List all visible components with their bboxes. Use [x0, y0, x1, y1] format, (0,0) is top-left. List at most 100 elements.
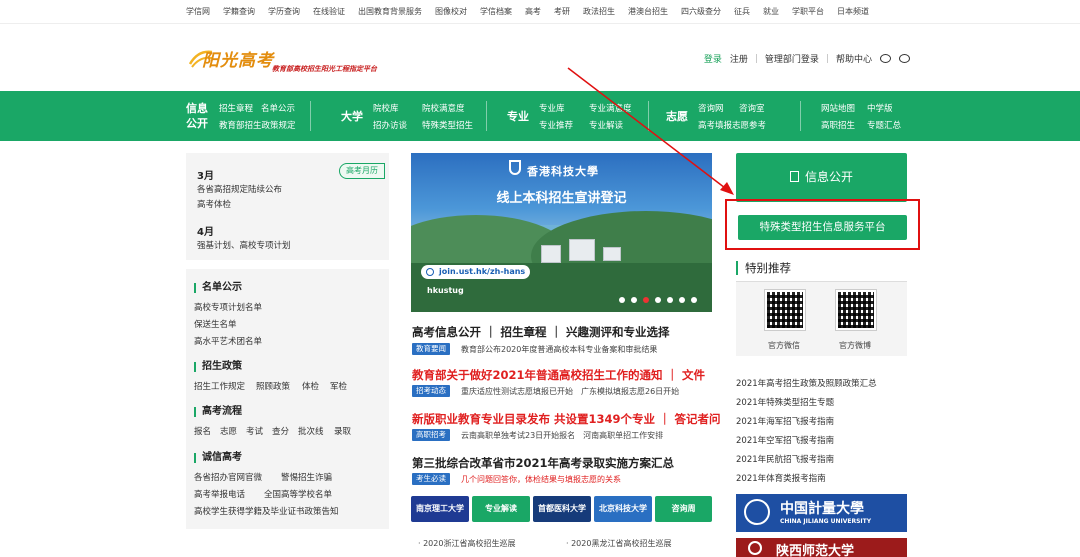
news-headline[interactable]: 新版职业教育专业目录发布 共设置1349个专业 ｜ 答记者问	[412, 411, 721, 427]
section-link[interactable]: 志愿	[220, 425, 237, 437]
nav-link-zhongxue[interactable]: 中学版	[867, 102, 893, 114]
nav-link-gaozhi[interactable]: 高职招生	[821, 119, 855, 131]
top-link[interactable]: 港澳台招生	[628, 6, 668, 17]
guide-link[interactable]: 2021年民航招飞报考指南	[736, 453, 834, 465]
top-link[interactable]: 就业	[763, 6, 779, 17]
guide-link[interactable]: 2021年特殊类型招生专题	[736, 396, 834, 408]
section-link[interactable]: 查分	[272, 425, 289, 437]
admin-login-link[interactable]: 管理部门登录	[765, 52, 819, 65]
nav-link-mingdan[interactable]: 名单公示	[261, 102, 295, 114]
carousel-dot[interactable]	[691, 297, 697, 303]
section-link[interactable]: 批次线	[298, 425, 324, 437]
nav-link-zixunshi[interactable]: 咨询室	[739, 102, 765, 114]
nav-link-sitemap[interactable]: 网站地图	[821, 102, 855, 114]
top-link[interactable]: 日本频道	[837, 6, 869, 17]
nav-head-zhiyuan: 志愿	[666, 110, 688, 123]
top-link[interactable]: 学职平台	[792, 6, 824, 17]
carousel-dot[interactable]	[619, 297, 625, 303]
section-link[interactable]: 高校学生获得学籍及毕业证书政策告知	[194, 505, 339, 517]
section-link[interactable]: 高校专项计划名单	[194, 301, 262, 313]
news-badge: 招考动态	[412, 385, 450, 397]
calendar-item[interactable]: 强基计划、高校专项计划	[197, 239, 291, 251]
top-link[interactable]: 在线验证	[313, 6, 345, 17]
carousel-dot-active[interactable]	[643, 297, 649, 303]
ad-logo[interactable]: 咨询周	[655, 496, 712, 522]
top-link[interactable]: 学历查询	[268, 6, 300, 17]
news-summary[interactable]: 几个问题回答你，体检结果与填报志愿的关系	[461, 474, 621, 485]
news-summary[interactable]: 重庆适应性测试志愿填报已开始 广东模拟填报志愿26日开始	[461, 386, 679, 397]
top-link[interactable]: 学信档案	[480, 6, 512, 17]
nav-link-zhaoban[interactable]: 招办访谈	[373, 119, 407, 131]
nav-link-teshu[interactable]: 特殊类型招生	[422, 119, 473, 131]
register-link[interactable]: 注册	[730, 52, 748, 65]
top-link[interactable]: 出国教育背景服务	[358, 6, 422, 17]
top-link[interactable]: 学信网	[186, 6, 210, 17]
section-link[interactable]: 招生工作规定	[194, 380, 245, 392]
gaokao-calendar: 高考月历 3月 各省高招规定陆续公布 高考体检 4月 强基计划、高校专项计划	[186, 153, 389, 260]
carousel-dot[interactable]	[631, 297, 637, 303]
section-link[interactable]: 体检	[302, 380, 319, 392]
section-link[interactable]: 报名	[194, 425, 211, 437]
top-link[interactable]: 政法招生	[583, 6, 615, 17]
section-link[interactable]: 高考举报电话	[194, 488, 245, 500]
section-link[interactable]: 考试	[246, 425, 263, 437]
news-summary[interactable]: 云南高职单独考试23日开始报名 河南高职单招工作安排	[461, 430, 663, 441]
bottom-link[interactable]: · 2020黑龙江省高校招生巡展	[566, 538, 671, 549]
top-link[interactable]: 征兵	[734, 6, 750, 17]
news-headline[interactable]: 第三批综合改革省市2021年高考录取实施方案汇总	[412, 455, 674, 471]
guide-link[interactable]: 2021年海军招飞报考指南	[736, 415, 834, 427]
nav-link-zhuanti[interactable]: 专题汇总	[867, 119, 901, 131]
top-link[interactable]: 图像校对	[435, 6, 467, 17]
qr-label: 官方微博	[839, 341, 871, 350]
news-headline[interactable]: 高考信息公开 ｜ 招生章程 ｜ 兴趣测评和专业选择	[412, 324, 670, 340]
top-link[interactable]: 学籍查询	[223, 6, 255, 17]
info-disclosure-button[interactable]: 信息公开	[736, 153, 907, 202]
calendar-item[interactable]: 高考体检	[197, 198, 231, 210]
wechat-icon[interactable]	[899, 54, 910, 63]
ad-logo[interactable]: 首都医科大学	[533, 496, 591, 522]
guide-link[interactable]: 2021年空军招飞报考指南	[736, 434, 834, 446]
search-icon	[426, 268, 434, 276]
site-logo[interactable]: 阳光高考 教育部高校招生阳光工程指定平台	[188, 44, 408, 80]
news-summary[interactable]: 教育部公布2020年度普通高校本科专业备案和审批结果	[461, 344, 657, 355]
carousel-dot[interactable]	[667, 297, 673, 303]
ad-logo[interactable]: 北京科技大学	[594, 496, 652, 522]
section-link[interactable]: 照顾政策	[256, 380, 290, 392]
top-link[interactable]: 考研	[554, 6, 570, 17]
snnu-ad[interactable]: 陕西师范大学	[736, 538, 907, 557]
cjlu-ad[interactable]: 中国計量大學 CHINA JILIANG UNIVERSITY	[736, 494, 907, 532]
section-link[interactable]: 警惕招生诈骗	[281, 471, 332, 483]
top-link[interactable]: 高考	[525, 6, 541, 17]
weibo-icon[interactable]	[880, 54, 891, 63]
carousel-dot[interactable]	[679, 297, 685, 303]
nav-link-zixunwang[interactable]: 咨询网	[698, 102, 724, 114]
login-link[interactable]: 登录	[704, 52, 722, 65]
nav-link-zhuanyeku[interactable]: 专业库	[539, 102, 565, 114]
ad-logo[interactable]: 南京理工大学	[411, 496, 469, 522]
nav-link-yuanxiao-manyidu[interactable]: 院校满意度	[422, 102, 465, 114]
top-link[interactable]: 四六级查分	[681, 6, 721, 17]
nav-link-jiedu[interactable]: 专业解读	[589, 119, 623, 131]
hkust-banner[interactable]: 香港科技大學 线上本科招生宣讲登记 join.ust.hk/zh-hans hk…	[411, 153, 712, 312]
guide-link[interactable]: 2021年体育类报考指南	[736, 472, 826, 484]
section-link[interactable]: 各省招办官网官微	[194, 471, 262, 483]
bottom-link[interactable]: · 2020浙江省高校招生巡展	[418, 538, 515, 549]
ad-logo[interactable]: 专业解读	[472, 496, 530, 522]
nav-link-zhangcheng[interactable]: 招生章程	[219, 102, 253, 114]
nav-link-yuanxiaoku[interactable]: 院校库	[373, 102, 399, 114]
nav-link-zhengce[interactable]: 教育部招生政策规定	[219, 119, 296, 131]
help-center-link[interactable]: 帮助中心	[836, 52, 872, 65]
nav-link-zhuanye-manyidu[interactable]: 专业满意度	[589, 102, 632, 114]
section-link[interactable]: 全国高等学校名单	[264, 488, 332, 500]
section-link[interactable]: 保送生名单	[194, 318, 237, 330]
section-link[interactable]: 军检	[330, 380, 347, 392]
section-link[interactable]: 高水平艺术团名单	[194, 335, 262, 347]
section-link[interactable]: 录取	[334, 425, 351, 437]
calendar-item[interactable]: 各省高招规定陆续公布	[197, 183, 282, 195]
nav-link-tianbao[interactable]: 高考填报志愿参考	[698, 119, 766, 131]
nav-link-tuijian[interactable]: 专业推荐	[539, 119, 573, 131]
calendar-tag[interactable]: 高考月历	[339, 163, 385, 179]
news-headline[interactable]: 教育部关于做好2021年普通高校招生工作的通知 ｜ 文件	[412, 367, 705, 383]
carousel-dot[interactable]	[655, 297, 661, 303]
guide-link[interactable]: 2021年高考招生政策及照顾政策汇总	[736, 377, 877, 389]
